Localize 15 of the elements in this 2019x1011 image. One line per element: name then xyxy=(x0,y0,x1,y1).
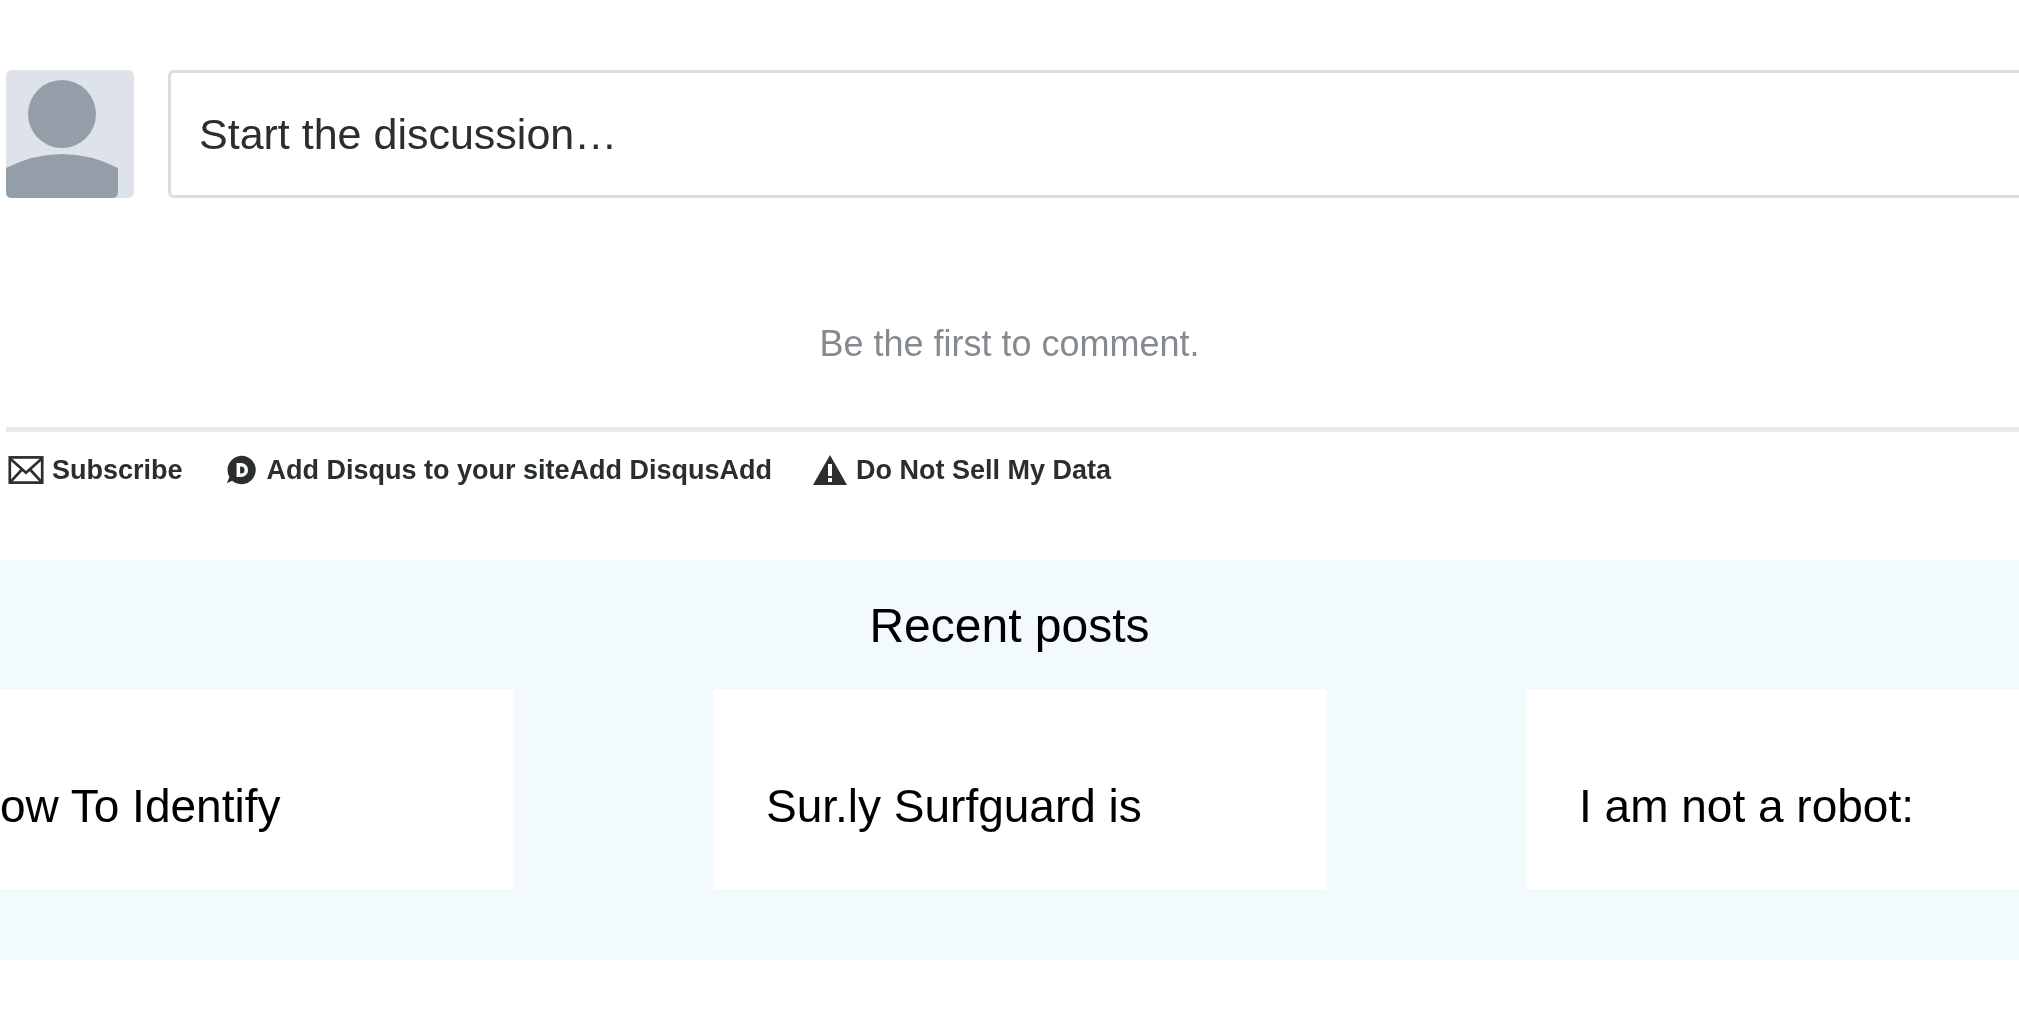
post-title: Sur.ly Surfguard is xyxy=(766,780,1142,832)
comment-input[interactable]: Start the discussion… xyxy=(168,70,2019,198)
post-title: I am not a robot: xyxy=(1579,780,1914,832)
post-card[interactable]: ow To Identify xyxy=(0,689,513,889)
post-title: ow To Identify xyxy=(0,780,281,832)
section-title: Recent posts xyxy=(869,598,1150,653)
footer-link[interactable]: Add Disqus to your siteAdd DisqusAdd xyxy=(222,454,773,486)
footer-link[interactable]: Subscribe xyxy=(8,454,183,486)
post-card[interactable]: I am not a robot: xyxy=(1526,689,2019,889)
warning-icon xyxy=(812,454,849,486)
post-card[interactable]: Sur.ly Surfguard is xyxy=(713,689,1327,889)
footer-link[interactable]: Do Not Sell My Data xyxy=(812,454,1112,486)
avatar-icon xyxy=(6,70,134,198)
empty-message: Be the first to comment. xyxy=(819,323,1200,365)
envelope-icon xyxy=(8,454,44,486)
